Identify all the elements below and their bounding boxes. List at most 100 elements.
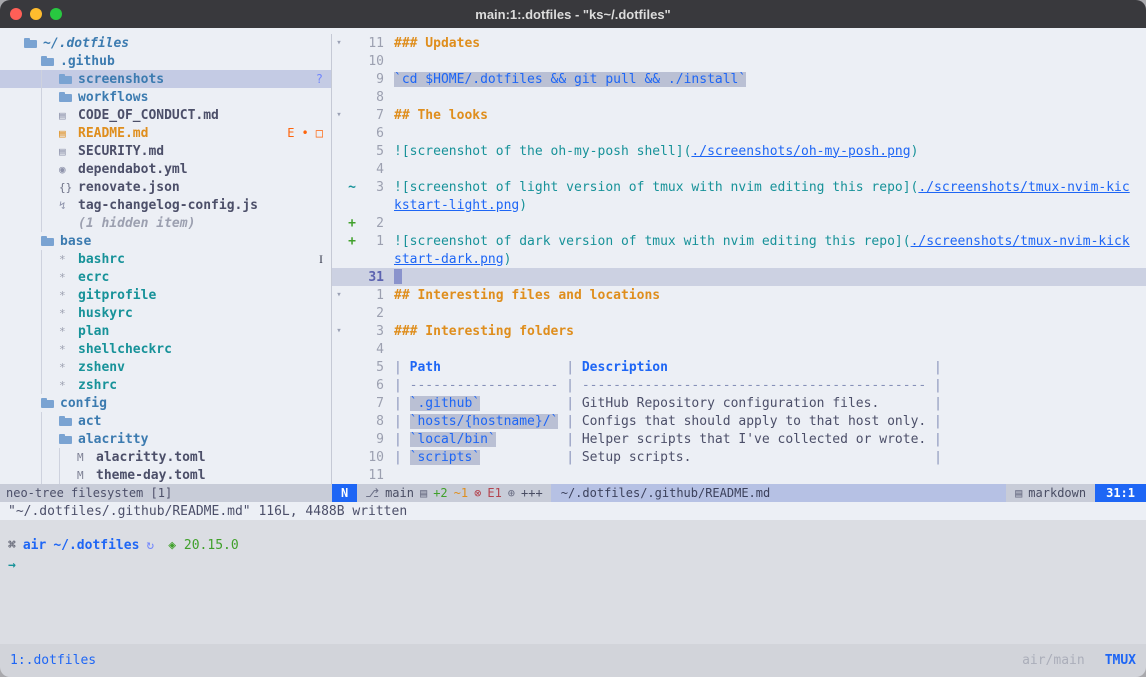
editor-line[interactable]: ▾3### Interesting folders — [332, 322, 1146, 340]
editor-line[interactable]: ~3![screenshot of light version of tmux … — [332, 178, 1146, 196]
indent-guide — [24, 466, 41, 484]
editor-line[interactable]: +2 — [332, 214, 1146, 232]
editor-line[interactable]: 4 — [332, 160, 1146, 178]
tree-item[interactable]: screenshots? — [0, 70, 331, 88]
tree-item[interactable]: workflows — [0, 88, 331, 106]
editor-panel: ▾11### Updates109`cd $HOME/.dotfiles && … — [332, 34, 1146, 484]
tree-item[interactable]: .github — [0, 52, 331, 70]
editor-line[interactable]: 5| Path | Description | — [332, 358, 1146, 376]
folder-icon — [24, 34, 41, 52]
line-number: 11 — [358, 468, 394, 483]
tree-item[interactable]: alacritty — [0, 430, 331, 448]
tree-item[interactable]: ◉dependabot.yml — [0, 160, 331, 178]
editor-line[interactable]: 9`cd $HOME/.dotfiles && git pull && ./in… — [332, 70, 1146, 88]
toml-file-icon: M — [77, 448, 94, 466]
editor-line[interactable]: 6 — [332, 124, 1146, 142]
text-segment: ./screenshots/tmux-nvim-kick — [911, 234, 1130, 249]
line-number: 11 — [358, 36, 394, 51]
zoom-button[interactable] — [50, 8, 62, 20]
terminal-window: main:1:.dotfiles - "ks~/.dotfiles" ~/.do… — [0, 0, 1146, 677]
editor-line[interactable]: 10| `scripts` | Setup scripts. | — [332, 448, 1146, 466]
editor-line[interactable]: 7| `.github` | GitHub Repository configu… — [332, 394, 1146, 412]
fold-marker-icon[interactable]: ▾ — [332, 326, 346, 336]
config-file-icon: * — [59, 286, 76, 304]
line-text: | `.github` | GitHub Repository configur… — [394, 396, 1146, 411]
shell-prompt-line: ⌘ air ~/.dotfiles ↻ ◈ 20.15.0 — [8, 536, 1146, 554]
tree-item[interactable]: *shellcheckrc — [0, 340, 331, 358]
indent-guide — [24, 70, 41, 88]
editor-line[interactable]: 10 — [332, 52, 1146, 70]
config-file-icon: * — [59, 250, 76, 268]
editor-line[interactable]: 2 — [332, 304, 1146, 322]
folder-icon — [41, 232, 58, 250]
tree-item[interactable]: *zshrc — [0, 376, 331, 394]
editor-line[interactable]: ▾7## The looks — [332, 106, 1146, 124]
text-segment: ![screenshot of the oh-my-posh shell]( — [394, 144, 691, 159]
shell-pane[interactable]: ⌘ air ~/.dotfiles ↻ ◈ 20.15.0 → — [0, 520, 1146, 644]
indent-guide — [41, 304, 59, 322]
editor-line[interactable]: +1![screenshot of dark version of tmux w… — [332, 232, 1146, 250]
tree-item[interactable]: config — [0, 394, 331, 412]
titlebar[interactable]: main:1:.dotfiles - "ks~/.dotfiles" — [0, 0, 1146, 28]
tree-item-label: .github — [60, 54, 115, 69]
editor-line[interactable]: start-dark.png) — [332, 250, 1146, 268]
diagnostic-error-badge: E — [287, 126, 294, 140]
tree-item-badges: ? — [316, 72, 331, 86]
fold-marker-icon[interactable]: ▾ — [332, 38, 346, 48]
tree-item[interactable]: Mtheme-day.toml — [0, 466, 331, 484]
close-button[interactable] — [10, 8, 22, 20]
diff-icon: ▤ — [420, 486, 427, 500]
tree-item[interactable]: (1 hidden item) — [0, 214, 331, 232]
tree-item[interactable]: base — [0, 232, 331, 250]
tree-item-label: zshenv — [78, 360, 125, 375]
indent-guide — [41, 466, 59, 484]
tree-item[interactable]: Malacritty.toml — [0, 448, 331, 466]
tmux-window-label[interactable]: 1:.dotfiles — [10, 653, 96, 668]
tree-item-label: workflows — [78, 90, 148, 105]
editor-line[interactable]: 9| `local/bin` | Helper scripts that I'v… — [332, 430, 1146, 448]
editor-line[interactable]: ▾11### Updates — [332, 34, 1146, 52]
tree-item[interactable]: *zshenv — [0, 358, 331, 376]
text-segment: | — [926, 432, 942, 447]
fold-marker-icon[interactable]: ▾ — [332, 290, 346, 300]
tree-item[interactable]: ↯tag-changelog-config.js — [0, 196, 331, 214]
shell-input-line[interactable]: → — [8, 556, 1146, 574]
minimize-button[interactable] — [30, 8, 42, 20]
tree-item[interactable]: *plan — [0, 322, 331, 340]
text-segment: ![screenshot of light version of tmux wi… — [394, 180, 918, 195]
tree-item-label: act — [78, 414, 101, 429]
line-number: 3 — [358, 324, 394, 339]
tree-item[interactable]: *huskyrc — [0, 304, 331, 322]
line-text: ![screenshot of dark version of tmux wit… — [394, 234, 1146, 249]
folder-icon — [59, 430, 76, 448]
editor-line[interactable]: kstart-light.png) — [332, 196, 1146, 214]
indent-guide — [41, 358, 59, 376]
editor-line[interactable]: 11 — [332, 466, 1146, 484]
tree-item[interactable]: ▤CODE_OF_CONDUCT.md — [0, 106, 331, 124]
editor-line[interactable]: 31 — [332, 268, 1146, 286]
editor-line[interactable]: ▾1## Interesting files and locations — [332, 286, 1146, 304]
text-segment: | — [668, 360, 942, 375]
indent-guide — [41, 322, 59, 340]
line-text: ## The looks — [394, 108, 1146, 123]
tree-item[interactable]: ▤SECURITY.md — [0, 142, 331, 160]
editor-line[interactable]: 5![screenshot of the oh-my-posh shell](.… — [332, 142, 1146, 160]
indent-guide — [41, 268, 59, 286]
tree-item-label: ecrc — [78, 270, 109, 285]
tree-item[interactable]: ▤README.mdE•□ — [0, 124, 331, 142]
git-sign: + — [346, 216, 358, 231]
tree-item[interactable]: ~/.dotfiles — [0, 34, 331, 52]
tree-item[interactable]: *bashrcI — [0, 250, 331, 268]
editor-line[interactable]: 8| `hosts/{hostname}/` | Configs that sh… — [332, 412, 1146, 430]
fold-marker-icon[interactable]: ▾ — [332, 110, 346, 120]
tree-item[interactable]: *ecrc — [0, 268, 331, 286]
line-number: 8 — [358, 90, 394, 105]
prompt-arrow: → — [8, 558, 16, 573]
editor-line[interactable]: 8 — [332, 88, 1146, 106]
tree-item[interactable]: {}renovate.json — [0, 178, 331, 196]
text-segment: ) — [911, 144, 919, 159]
editor-line[interactable]: 4 — [332, 340, 1146, 358]
tree-item[interactable]: act — [0, 412, 331, 430]
tree-item[interactable]: *gitprofile — [0, 286, 331, 304]
editor-line[interactable]: 6| ------------------- | ---------------… — [332, 376, 1146, 394]
